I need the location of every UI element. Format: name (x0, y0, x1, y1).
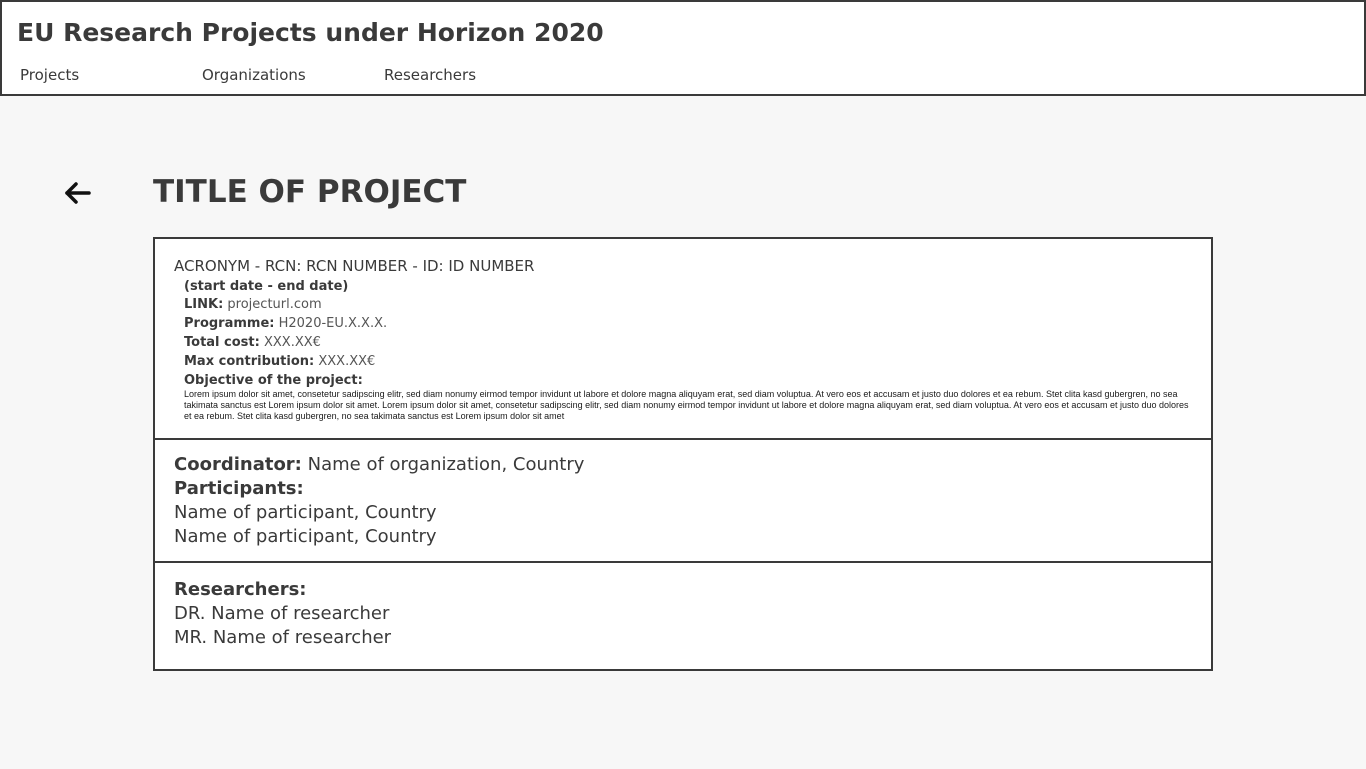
project-link[interactable]: projecturl.com (227, 297, 321, 312)
organizations-card: Coordinator: Name of organization, Count… (153, 438, 1213, 563)
project-total-cost-row: Total cost: XXX.XX€ (184, 335, 321, 350)
max-contribution-value: XXX.XX€ (318, 354, 376, 369)
participants-label: Participants: (174, 478, 304, 499)
page-title: TITLE OF PROJECT (153, 174, 467, 210)
max-contribution-label: Max contribution: (184, 354, 315, 369)
researcher-item[interactable]: DR. Name of researcher (174, 603, 389, 624)
programme-label: Programme: (184, 316, 275, 331)
total-cost-label: Total cost: (184, 335, 260, 350)
app-header: EU Research Projects under Horizon 2020 … (0, 0, 1366, 96)
coordinator-label: Coordinator: (174, 454, 302, 475)
researchers-card: Researchers: DR. Name of researcher MR. … (153, 561, 1213, 671)
programme-value: H2020-EU.X.X.X. (278, 316, 388, 331)
objective-label: Objective of the project: (184, 373, 363, 388)
project-max-contribution-row: Max contribution: XXX.XX€ (184, 354, 375, 369)
back-button[interactable] (60, 176, 94, 210)
coordinator-value[interactable]: Name of organization, Country (308, 454, 585, 475)
researcher-item[interactable]: MR. Name of researcher (174, 627, 391, 648)
coordinator-row: Coordinator: Name of organization, Count… (174, 454, 584, 475)
nav-researchers[interactable]: Researchers (384, 66, 476, 84)
participant-item[interactable]: Name of participant, Country (174, 526, 437, 547)
nav-organizations[interactable]: Organizations (202, 66, 306, 84)
nav-projects[interactable]: Projects (20, 66, 79, 84)
researchers-label: Researchers: (174, 579, 307, 600)
project-info-card: ACRONYM - RCN: RCN NUMBER - ID: ID NUMBE… (153, 237, 1213, 440)
project-dates: (start date - end date) (184, 279, 349, 294)
objective-text: Lorem ipsum dolor sit amet, consetetur s… (184, 389, 1189, 421)
participant-item[interactable]: Name of participant, Country (174, 502, 437, 523)
project-programme-row: Programme: H2020-EU.X.X.X. (184, 316, 387, 331)
arrow-left-icon (65, 182, 91, 204)
project-link-row: LINK: projecturl.com (184, 297, 322, 312)
app-title: EU Research Projects under Horizon 2020 (17, 18, 604, 47)
total-cost-value: XXX.XX€ (263, 335, 321, 350)
link-label: LINK: (184, 297, 224, 312)
project-objective-row: Objective of the project: (184, 373, 363, 388)
project-acronym-line: ACRONYM - RCN: RCN NUMBER - ID: ID NUMBE… (174, 257, 535, 275)
